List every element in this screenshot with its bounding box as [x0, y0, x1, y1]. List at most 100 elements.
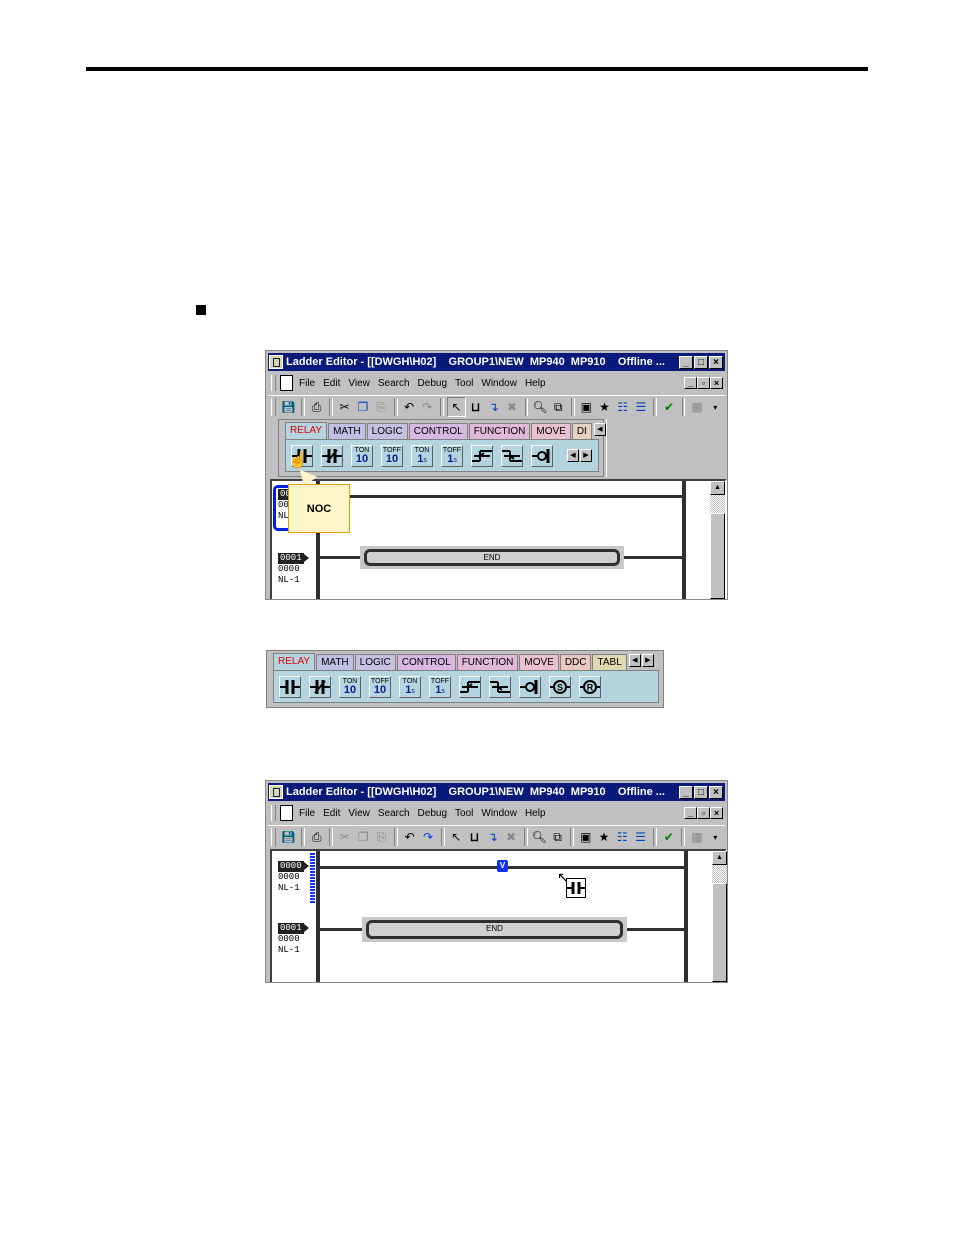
menu-edit[interactable]: Edit: [323, 378, 340, 389]
list-view-icon[interactable]: ☷: [614, 398, 631, 416]
falling-edge-button[interactable]: [501, 444, 523, 467]
minimize-button[interactable]: _: [679, 355, 693, 369]
check-icon[interactable]: ✔: [660, 398, 677, 416]
insert-branch-icon[interactable]: ↴: [485, 398, 502, 416]
register-list-icon[interactable]: ▣: [577, 828, 594, 846]
tab-tabl[interactable]: TABL: [592, 654, 627, 670]
scroll-up-button[interactable]: ▲: [712, 851, 727, 865]
mdi-close-button[interactable]: ×: [710, 377, 723, 389]
save-icon[interactable]: 💾︎: [280, 828, 297, 846]
tab-control[interactable]: CONTROL: [396, 654, 456, 670]
rung-tag[interactable]: 0001 0000 NL-1: [278, 923, 309, 956]
tab-ddc[interactable]: DDC: [559, 654, 592, 670]
tab-relay[interactable]: RELAY: [285, 422, 328, 440]
tree-view-icon[interactable]: ☰: [632, 828, 649, 846]
rung-tag[interactable]: 0000 0000 NL-1: [278, 861, 309, 894]
dropdown-arrow-icon[interactable]: ▾: [707, 828, 724, 846]
toff-10ms-button[interactable]: TOFF 10: [369, 675, 391, 698]
menu-search[interactable]: Search: [378, 378, 410, 389]
rising-edge-button[interactable]: [471, 444, 493, 467]
mdi-minimize-button[interactable]: _: [684, 807, 697, 819]
print-icon[interactable]: ⎙: [308, 398, 325, 416]
delete-icon[interactable]: ✖: [502, 828, 519, 846]
paste-icon[interactable]: ⎘: [372, 398, 389, 416]
scroll-thumb[interactable]: [710, 513, 725, 599]
menu-debug[interactable]: Debug: [418, 808, 447, 819]
menu-view[interactable]: View: [348, 378, 370, 389]
toff-1s-button[interactable]: TOFF 1s: [441, 444, 463, 467]
coil-button[interactable]: [519, 675, 541, 698]
undo-icon[interactable]: ↶: [401, 398, 418, 416]
vertical-scrollbar[interactable]: ▲: [712, 851, 727, 982]
tab-scroll-right-button[interactable]: ▶: [641, 654, 654, 667]
tab-scroll-left-button[interactable]: ◀: [628, 654, 641, 667]
menu-tool[interactable]: Tool: [455, 378, 473, 389]
ton-10ms-button[interactable]: TON 10: [351, 444, 373, 467]
menu-edit[interactable]: Edit: [323, 808, 340, 819]
end-instruction[interactable]: END: [360, 546, 624, 569]
menu-view[interactable]: View: [348, 808, 370, 819]
tab-logic[interactable]: LOGIC: [354, 654, 396, 670]
ton-1s-button[interactable]: TON 1s: [411, 444, 433, 467]
falling-edge-button[interactable]: [489, 675, 511, 698]
disabled-icon[interactable]: ▩: [688, 828, 705, 846]
rising-edge-button[interactable]: [459, 675, 481, 698]
tab-function[interactable]: FUNCTION: [456, 654, 519, 670]
tab-scroll-left-button[interactable]: ◀: [593, 423, 606, 436]
list-view-icon[interactable]: ☷: [614, 828, 631, 846]
end-instruction[interactable]: END: [362, 917, 627, 942]
insert-branch-icon[interactable]: ↴: [484, 828, 501, 846]
zoom-icon[interactable]: ⧉: [550, 398, 567, 416]
mdi-minimize-button[interactable]: _: [684, 377, 697, 389]
bookmark-icon[interactable]: ★: [595, 828, 612, 846]
tab-function[interactable]: FUNCTION: [468, 423, 531, 439]
zoom-icon[interactable]: ⧉: [549, 828, 566, 846]
mdi-restore-button[interactable]: ▫: [697, 377, 710, 389]
ton-10ms-button[interactable]: TON 10: [339, 675, 361, 698]
tab-di[interactable]: DI: [571, 423, 592, 439]
tab-logic[interactable]: LOGIC: [366, 423, 408, 439]
scroll-thumb[interactable]: [712, 883, 727, 982]
bookmark-icon[interactable]: ★: [596, 398, 613, 416]
insert-rung-icon[interactable]: ⊔: [467, 398, 484, 416]
disabled-icon[interactable]: ▩: [688, 398, 705, 416]
mdi-close-button[interactable]: ×: [710, 807, 723, 819]
menu-tool[interactable]: Tool: [455, 808, 473, 819]
tab-math[interactable]: MATH: [328, 423, 366, 439]
tab-move[interactable]: MOVE: [531, 423, 571, 439]
find-icon[interactable]: 🔍︎: [531, 398, 548, 416]
copy-icon[interactable]: ❐: [354, 398, 371, 416]
insert-rung-icon[interactable]: ⊔: [466, 828, 483, 846]
document-icon[interactable]: [280, 375, 293, 391]
rung-tag[interactable]: 0001 0000 NL-1: [278, 553, 309, 586]
pointer-icon[interactable]: ↖: [448, 828, 465, 846]
set-coil-button[interactable]: S: [549, 675, 571, 698]
pointer-icon[interactable]: ↖: [446, 397, 466, 417]
scroll-up-button[interactable]: ▲: [710, 481, 725, 495]
tool-scroll-left-button[interactable]: ◀: [567, 449, 579, 462]
menu-window[interactable]: Window: [481, 378, 517, 389]
cut-icon[interactable]: ✂: [336, 828, 353, 846]
paste-icon[interactable]: ⎘: [373, 828, 390, 846]
tool-scroll-right-button[interactable]: ▶: [580, 449, 592, 462]
tab-control[interactable]: CONTROL: [408, 423, 468, 439]
maximize-button[interactable]: □: [694, 355, 708, 369]
vertical-scrollbar[interactable]: ▲: [710, 481, 725, 599]
menu-debug[interactable]: Debug: [418, 378, 447, 389]
cut-icon[interactable]: ✂: [336, 398, 353, 416]
toff-10ms-button[interactable]: TOFF 10: [381, 444, 403, 467]
ncc-contact-button[interactable]: [321, 444, 343, 467]
maximize-button[interactable]: □: [694, 785, 708, 799]
tree-view-icon[interactable]: ☰: [632, 398, 649, 416]
redo-icon[interactable]: ↷: [419, 398, 436, 416]
minimize-button[interactable]: _: [679, 785, 693, 799]
mdi-restore-button[interactable]: ▫: [697, 807, 710, 819]
close-button[interactable]: ×: [709, 785, 723, 799]
ncc-contact-button[interactable]: [309, 675, 331, 698]
redo-icon[interactable]: ↷: [419, 828, 436, 846]
undo-icon[interactable]: ↶: [401, 828, 418, 846]
rung-line[interactable]: [318, 495, 684, 498]
reset-coil-button[interactable]: R: [579, 675, 601, 698]
tab-relay[interactable]: RELAY: [273, 653, 316, 671]
menu-file[interactable]: File: [299, 378, 315, 389]
